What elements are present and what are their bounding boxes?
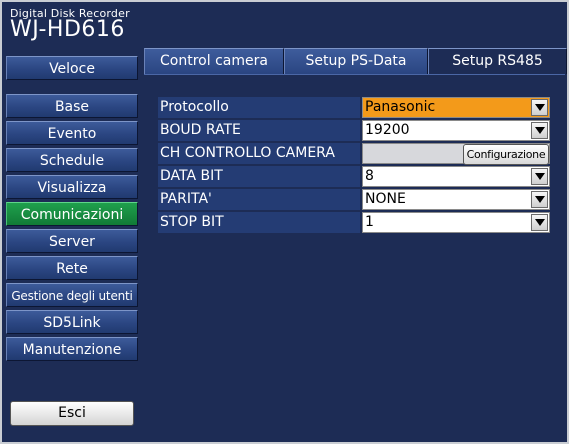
baud-rate-value: 19200 — [365, 122, 410, 138]
chevron-down-icon[interactable] — [531, 214, 548, 231]
tab-setup-ps-data[interactable]: Setup PS-Data — [284, 48, 428, 74]
protocol-value: Panasonic — [365, 99, 436, 115]
chevron-down-icon[interactable] — [531, 122, 548, 139]
tab-bar: Control camera Setup PS-Data Setup RS485 — [143, 48, 567, 74]
chevron-down-icon[interactable] — [531, 99, 548, 116]
product-model: WJ-HD616 — [10, 17, 125, 42]
parity-label: PARITA' — [158, 189, 360, 210]
chevron-down-icon[interactable] — [531, 191, 548, 208]
ch-control-field: Configurazione — [362, 143, 550, 165]
sidebar-item-manutenzione[interactable]: Manutenzione — [6, 337, 138, 361]
sidebar-item-schedule[interactable]: Schedule — [6, 148, 138, 172]
parity-value: NONE — [365, 191, 406, 207]
configure-button[interactable]: Configurazione — [463, 144, 549, 165]
sidebar-item-comunicazioni[interactable]: Comunicazioni — [6, 202, 138, 226]
data-bit-value: 8 — [365, 168, 374, 184]
settings-panel: Protocollo Panasonic BOUD RATE 19200 CH … — [144, 74, 565, 441]
data-bit-select[interactable]: 8 — [362, 166, 550, 187]
stop-bit-label: STOP BIT — [158, 212, 360, 233]
sidebar-item-sd5link[interactable]: SD5Link — [6, 310, 138, 334]
protocol-select[interactable]: Panasonic — [362, 97, 550, 118]
sidebar-item-gestione-utenti[interactable]: Gestione degli utenti — [6, 283, 138, 307]
parity-select[interactable]: NONE — [362, 189, 550, 210]
sidebar: Veloce Base Evento Schedule Visualizza C… — [2, 44, 143, 442]
baud-rate-label: BOUD RATE — [158, 120, 360, 141]
setting-row-ch-control: CH CONTROLLO CAMERA Configurazione — [158, 143, 550, 165]
setting-row-protocol: Protocollo Panasonic — [158, 97, 550, 118]
stop-bit-select[interactable]: 1 — [362, 212, 550, 233]
exit-button[interactable]: Esci — [10, 401, 134, 426]
main-panel: Control camera Setup PS-Data Setup RS485… — [143, 44, 567, 442]
setting-row-parity: PARITA' NONE — [158, 189, 550, 210]
settings-list: Protocollo Panasonic BOUD RATE 19200 CH … — [158, 97, 550, 235]
tab-control-camera[interactable]: Control camera — [144, 48, 284, 74]
setting-row-stop-bit: STOP BIT 1 — [158, 212, 550, 233]
setting-row-baud-rate: BOUD RATE 19200 — [158, 120, 550, 141]
app-header: Digital Disk Recorder WJ-HD616 — [2, 2, 567, 44]
protocol-label: Protocollo — [158, 97, 360, 118]
baud-rate-select[interactable]: 19200 — [362, 120, 550, 141]
data-bit-label: DATA BIT — [158, 166, 360, 187]
ch-control-label: CH CONTROLLO CAMERA — [158, 143, 360, 164]
sidebar-item-rete[interactable]: Rete — [6, 256, 138, 280]
tab-setup-rs485[interactable]: Setup RS485 — [428, 48, 567, 74]
sidebar-item-base[interactable]: Base — [6, 94, 138, 118]
sidebar-item-evento[interactable]: Evento — [6, 121, 138, 145]
sidebar-item-server[interactable]: Server — [6, 229, 138, 253]
chevron-down-icon[interactable] — [531, 168, 548, 185]
sidebar-item-visualizza[interactable]: Visualizza — [6, 175, 138, 199]
sidebar-item-veloce[interactable]: Veloce — [6, 56, 138, 80]
stop-bit-value: 1 — [365, 214, 374, 230]
setting-row-data-bit: DATA BIT 8 — [158, 166, 550, 187]
